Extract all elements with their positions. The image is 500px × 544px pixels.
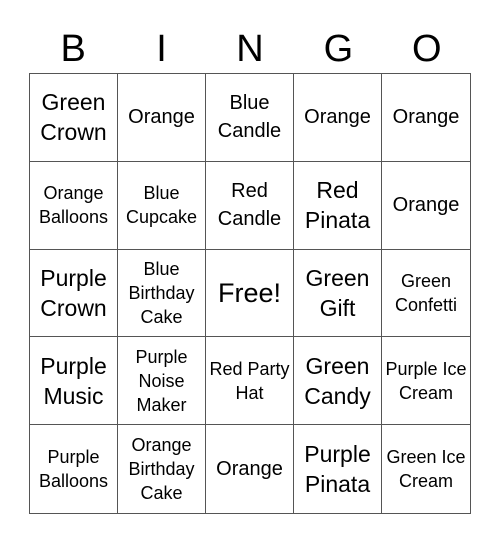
cell-label: Purple Noise Maker (135, 346, 188, 415)
bingo-cell[interactable]: Green Confetti (382, 250, 470, 338)
bingo-cell[interactable]: Purple Crown (30, 249, 118, 338)
cell-label: Blue Candle (217, 92, 282, 143)
cell-label: Blue Cupcake (125, 183, 198, 228)
cell-label: Orange (304, 106, 371, 129)
bingo-cell[interactable]: Orange (382, 74, 470, 162)
bingo-cell[interactable]: Orange (382, 162, 470, 250)
cell-label: Orange (128, 106, 195, 129)
cell-label: Orange (392, 194, 460, 217)
header-letter-o: O (411, 28, 442, 70)
header-letter-g: G (323, 28, 354, 70)
bingo-cell[interactable]: Green Ice Cream (382, 425, 470, 513)
cell-label: Purple Crown (40, 264, 107, 321)
bingo-cell[interactable]: Red Candle (206, 161, 294, 250)
cell-label: Free! (217, 277, 282, 308)
header-letter-b: B (60, 28, 86, 70)
cell-label: Orange Birthday Cake (128, 435, 195, 504)
cell-label: Orange (392, 106, 460, 129)
bingo-cell[interactable]: Green Candy (294, 337, 382, 426)
bingo-cell[interactable]: Orange (294, 74, 382, 162)
bingo-cell[interactable]: Blue Candle (206, 74, 294, 162)
cell-label: Green Crown (40, 89, 107, 146)
cell-label: Orange Balloons (38, 183, 109, 228)
free-space[interactable]: Free! (206, 249, 294, 338)
cell-label: Purple Ice Cream (385, 358, 467, 403)
bingo-header: B I N G O (29, 24, 471, 74)
cell-label: Green Candy (304, 352, 371, 409)
bingo-cell[interactable]: Purple Balloons (30, 425, 118, 513)
cell-label: Red Pinata (304, 177, 371, 234)
cell-label: Red Candle (217, 180, 282, 231)
bingo-cell[interactable]: Red Party Hat (206, 337, 294, 426)
cell-label: Green Gift (305, 264, 370, 321)
bingo-card: Green Crown Orange Blue Candle Orange Or… (29, 73, 471, 514)
bingo-cell[interactable]: Purple Noise Maker (118, 337, 206, 426)
bingo-cell[interactable]: Orange (118, 74, 206, 162)
bingo-cell[interactable]: Orange (206, 425, 294, 513)
bingo-cell[interactable]: Red Pinata (294, 161, 382, 250)
cell-label: Green Confetti (394, 270, 458, 315)
bingo-cell[interactable]: Orange Balloons (30, 161, 118, 250)
bingo-cell[interactable]: Green Crown (30, 74, 118, 162)
cell-label: Green Ice Cream (386, 447, 466, 492)
cell-label: Purple Music (40, 352, 107, 409)
bingo-cell[interactable]: Purple Ice Cream (382, 337, 470, 426)
cell-label: Orange (216, 458, 283, 481)
cell-label: Red Party Hat (209, 358, 290, 403)
bingo-cell[interactable]: Purple Pinata (294, 425, 382, 513)
header-letter-i: I (156, 28, 167, 70)
cell-label: Purple Balloons (38, 447, 109, 492)
cell-label: Blue Birthday Cake (128, 258, 195, 327)
bingo-cell[interactable]: Green Gift (294, 249, 382, 338)
bingo-cell[interactable]: Blue Birthday Cake (118, 249, 206, 338)
bingo-cell[interactable]: Orange Birthday Cake (118, 425, 206, 513)
bingo-cell[interactable]: Blue Cupcake (118, 161, 206, 250)
header-letter-n: N (236, 28, 264, 70)
cell-label: Purple Pinata (304, 441, 371, 498)
bingo-cell[interactable]: Purple Music (30, 337, 118, 426)
